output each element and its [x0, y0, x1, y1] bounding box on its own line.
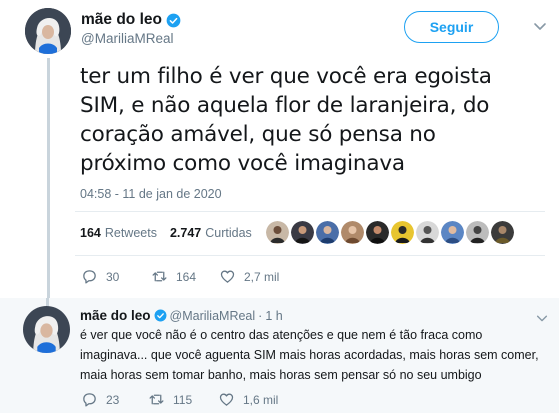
like-button[interactable]: 2,7 mil: [219, 268, 279, 285]
liker-avatar[interactable]: [491, 221, 514, 244]
timestamp[interactable]: 04:58 - 11 de jan de 2020: [80, 187, 222, 201]
reply-count: 30: [106, 269, 120, 284]
tweet-actions: 30 164 2,7 mil: [81, 268, 279, 285]
tweet-stats: 164 Retweets 2.747 Curtidas: [80, 226, 252, 240]
liker-avatar[interactable]: [266, 221, 289, 244]
reply-count: 23: [106, 392, 120, 407]
reply-display-name[interactable]: mãe do leo: [80, 308, 151, 323]
display-name[interactable]: mãe do leo: [81, 11, 181, 29]
reply-text-line: imaginava... que você aguenta SIM mais h…: [80, 348, 539, 362]
reply-button[interactable]: 30: [81, 268, 151, 285]
reply-icon: [83, 393, 96, 407]
liker-avatar[interactable]: [441, 221, 464, 244]
divider: [75, 211, 545, 212]
like-count: 2,7 mil: [244, 269, 280, 284]
reply-text-line: maia horas sem tomar banho, mais horas s…: [80, 368, 482, 382]
display-name-text[interactable]: mãe do leo: [81, 11, 162, 29]
retweet-button[interactable]: 164: [151, 268, 219, 285]
handle[interactable]: @MariliaMReal: [81, 31, 173, 46]
heart-icon: [219, 393, 234, 406]
reply-time[interactable]: 1 h: [265, 309, 282, 323]
liker-avatar[interactable]: [366, 221, 389, 244]
retweet-icon: [149, 394, 164, 405]
liker-avatar[interactable]: [341, 221, 364, 244]
liker-avatar[interactable]: [466, 221, 489, 244]
tweet-text: ter um filho é ver que você era egoista …: [80, 62, 545, 178]
likes-count: 2.747: [169, 226, 202, 240]
separator-dot: ·: [258, 308, 263, 323]
tweet-text-line: coração amável, que só pensa no: [80, 122, 436, 147]
reply-actions: 23 115 1,6 mil: [81, 391, 278, 408]
divider: [75, 255, 545, 256]
verified-badge-icon: [166, 13, 181, 27]
retweets-stat[interactable]: 164 Retweets: [80, 226, 157, 240]
liker-avatar[interactable]: [416, 221, 439, 244]
thread-line: [47, 58, 50, 298]
retweet-count: 164: [176, 269, 197, 284]
reply-handle[interactable]: @MariliaMReal: [170, 309, 256, 323]
retweets-count: 164: [80, 226, 101, 240]
likes-label: Curtidas: [205, 226, 252, 240]
reply-header: mãe do leo @MariliaMReal · 1 h: [80, 308, 283, 323]
liker-avatar[interactable]: [391, 221, 414, 244]
retweet-button[interactable]: 115: [148, 391, 218, 408]
reply-text-line: é ver que você não é o centro das atençõ…: [80, 328, 483, 342]
avatar[interactable]: [25, 8, 71, 54]
tweet-text-line: próximo como você imaginava: [80, 151, 405, 176]
liker-avatar[interactable]: [316, 221, 339, 244]
heart-icon: [220, 270, 235, 283]
chevron-down-icon[interactable]: [532, 18, 548, 34]
verified-badge-icon: [154, 309, 166, 322]
like-button[interactable]: 1,6 mil: [218, 391, 278, 408]
tweet-text-line: SIM, e não aquela flor de laranjeira, do: [80, 93, 490, 118]
tweet-text-line: ter um filho é ver que você era egoista: [80, 64, 492, 89]
like-count: 1,6 mil: [243, 392, 279, 407]
retweets-label: Retweets: [104, 226, 157, 240]
thread-line-connector: [46, 298, 49, 306]
reply-avatar[interactable]: [23, 306, 70, 353]
follow-button[interactable]: Seguir: [404, 11, 499, 43]
reply-text: é ver que você não é o centro das atençõ…: [80, 325, 550, 385]
liker-avatar[interactable]: [291, 221, 314, 244]
retweet-count: 115: [173, 392, 193, 407]
reply-icon: [83, 270, 96, 284]
likes-stat[interactable]: 2.747 Curtidas: [170, 226, 252, 240]
retweet-icon: [152, 271, 167, 282]
reply-button[interactable]: 23: [81, 391, 148, 408]
chevron-down-icon[interactable]: [535, 311, 549, 325]
liker-avatars: [266, 221, 514, 244]
